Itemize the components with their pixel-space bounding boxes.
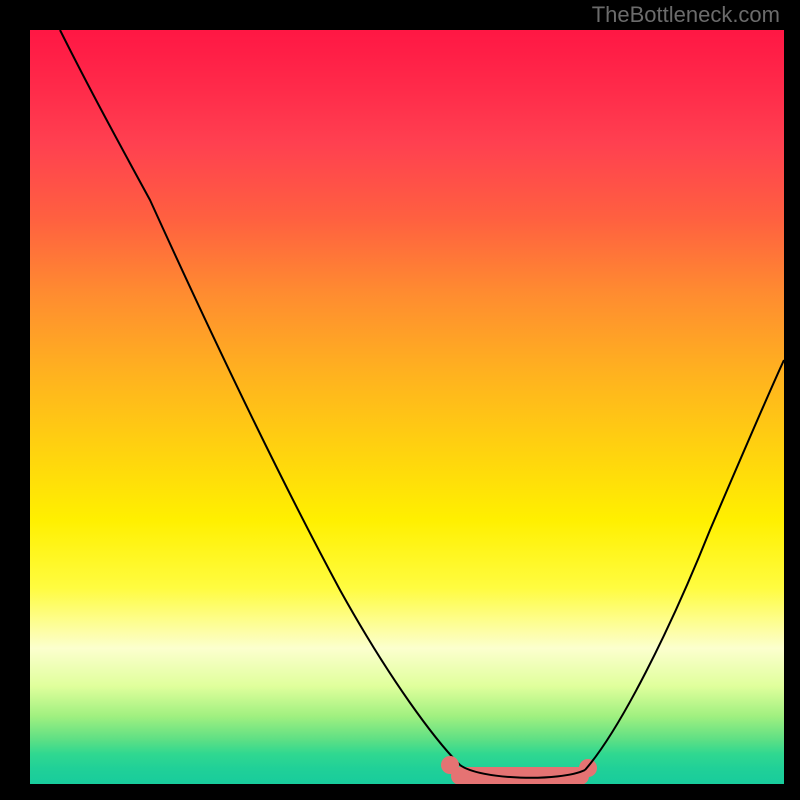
chart-svg <box>30 30 784 784</box>
optimal-dot-left <box>441 756 459 774</box>
bottleneck-curve-left <box>60 30 460 765</box>
watermark-text: TheBottleneck.com <box>592 2 780 28</box>
bottleneck-curve-right <box>585 360 784 770</box>
plot-area <box>30 30 784 784</box>
